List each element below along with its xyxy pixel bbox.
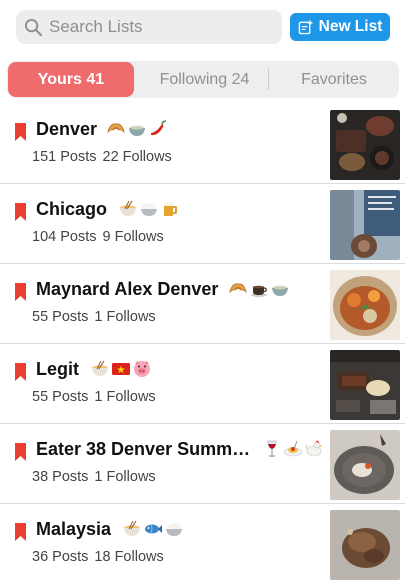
list-stats: 151 Posts 22 Follows — [32, 149, 172, 165]
croissant-icon — [229, 283, 247, 294]
coffee-icon — [251, 285, 267, 297]
noodles-icon — [92, 360, 108, 376]
list-emojis — [90, 358, 152, 380]
pig-face-icon — [134, 361, 150, 377]
follows-count: 1 Follows — [94, 389, 156, 405]
list-thumbnail — [330, 190, 400, 260]
follows-count: 22 Follows — [102, 149, 172, 165]
tab-yours[interactable]: Yours 41 — [8, 62, 134, 97]
list-stats: 104 Posts 9 Follows — [32, 229, 164, 245]
follows-count: 1 Follows — [94, 469, 156, 485]
list-item[interactable]: Malaysia 36 Posts 18 Follows — [0, 504, 405, 584]
rice-bowl-icon — [166, 523, 182, 536]
follows-count: 1 Follows — [94, 309, 156, 325]
bookmark-icon — [15, 443, 26, 461]
search-input[interactable]: Search Lists — [16, 10, 282, 44]
list-item[interactable]: Eater 38 Denver Summ… 38 Posts 1 Follows — [0, 424, 405, 504]
croissant-icon — [107, 123, 125, 134]
bookmark-icon — [15, 283, 26, 301]
list-emojis — [262, 438, 324, 460]
search-icon — [24, 18, 43, 36]
top-bar: Search Lists New List — [0, 0, 405, 54]
wine-glass-icon — [267, 440, 277, 457]
posts-count: 151 Posts — [32, 149, 97, 165]
spaghetti-icon — [283, 440, 303, 457]
list-thumbnail — [330, 110, 400, 180]
list-emojis — [228, 278, 290, 300]
list-title: Denver — [36, 119, 98, 139]
list-item[interactable]: Maynard Alex Denver 55 Posts 1 Follows — [0, 264, 405, 344]
new-list-icon — [298, 19, 313, 34]
list-item[interactable]: Denver 151 Posts 22 Follows — [0, 104, 405, 184]
list-thumbnail — [330, 510, 400, 580]
list-item[interactable]: Legit 55 Posts 1 Follows — [0, 344, 405, 424]
new-list-button[interactable]: New List — [290, 13, 390, 41]
bookmark-icon — [15, 203, 26, 221]
list-stats: 55 Posts 1 Follows — [32, 389, 156, 405]
beer-mug-icon — [163, 202, 177, 216]
list-emojis — [118, 198, 180, 220]
rooster-icon — [305, 440, 322, 457]
posts-count: 55 Posts — [32, 309, 89, 325]
bookmark-icon — [15, 363, 26, 381]
posts-count: 38 Posts — [32, 469, 89, 485]
list-stats: 38 Posts 1 Follows — [32, 469, 156, 485]
noodles-icon — [124, 520, 140, 536]
list-thumbnail — [330, 350, 400, 420]
posts-count: 104 Posts — [32, 229, 97, 245]
list-title: Eater 38 Denver Summ… — [36, 439, 251, 459]
list-item[interactable]: Chicago 104 Posts 9 Follows — [0, 184, 405, 264]
bowl-icon — [272, 285, 288, 296]
fish-icon — [145, 524, 162, 534]
bowl-icon — [129, 125, 145, 136]
chili-pepper-icon — [151, 120, 167, 136]
new-list-label: New List — [318, 18, 383, 35]
list-stats: 55 Posts 1 Follows — [32, 309, 156, 325]
list-thumbnail — [330, 270, 400, 340]
follows-count: 9 Follows — [102, 229, 164, 245]
tab-favorites[interactable]: Favorites — [269, 61, 399, 98]
posts-count: 36 Posts — [32, 549, 89, 565]
list-thumbnail — [330, 430, 400, 500]
noodles-icon — [120, 200, 136, 216]
list-emojis — [106, 118, 168, 140]
tab-following[interactable]: Following 24 — [141, 61, 268, 98]
rice-bowl-icon — [141, 203, 157, 216]
list-title: Malaysia — [36, 519, 112, 539]
vietnam-flag-icon — [112, 363, 130, 375]
list-title: Maynard Alex Denver — [36, 279, 219, 299]
list-stats: 36 Posts 18 Follows — [32, 549, 164, 565]
bookmark-icon — [15, 123, 26, 141]
posts-count: 55 Posts — [32, 389, 89, 405]
lists-container: Denver 151 Posts 22 Follows Chicago 104 P… — [0, 104, 405, 584]
bookmark-icon — [15, 523, 26, 541]
follows-count: 18 Follows — [94, 549, 164, 565]
list-title: Chicago — [36, 199, 108, 219]
list-emojis — [122, 518, 184, 540]
list-filter-tabs: Yours 41 Following 24 Favorites — [7, 61, 399, 98]
search-placeholder: Search Lists — [49, 17, 143, 36]
list-title: Legit — [36, 359, 79, 379]
